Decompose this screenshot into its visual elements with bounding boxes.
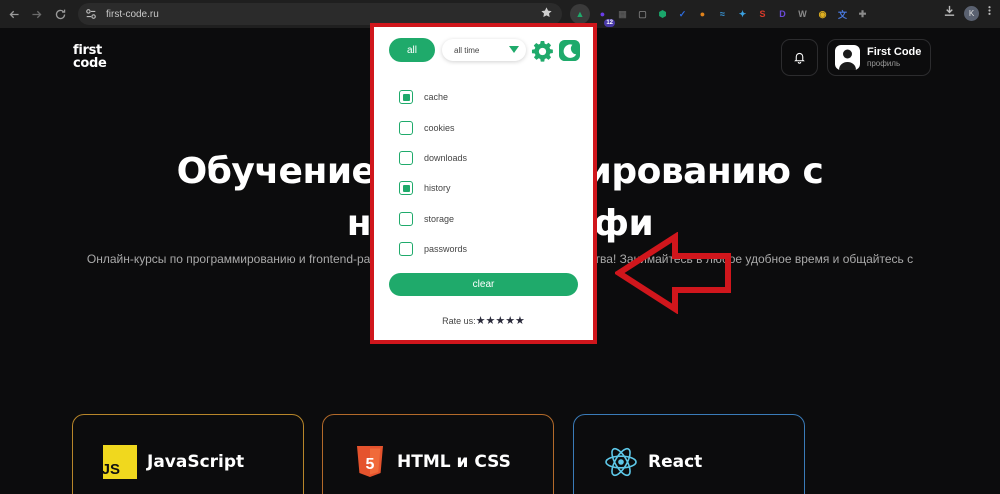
rate-label: Rate us: xyxy=(442,316,476,326)
history-label: history xyxy=(424,183,451,194)
logo-line-2: code xyxy=(73,56,107,71)
ext-purple-icon[interactable]: ● 12 xyxy=(595,7,615,27)
profile-subtitle: профиль xyxy=(867,59,901,68)
reload-icon[interactable] xyxy=(49,3,71,25)
download-icon[interactable] xyxy=(943,4,956,22)
extension-badge: 12 xyxy=(604,18,615,27)
ext-calendar-icon[interactable]: ▦ xyxy=(615,7,630,22)
course-card-html-css[interactable]: 5 HTML и CSS xyxy=(322,414,554,494)
html5-logo-icon: 5 xyxy=(353,445,387,479)
javascript-logo-icon: JS xyxy=(102,445,137,479)
site-logo[interactable]: first code xyxy=(73,44,107,70)
course-label-react: React xyxy=(648,452,703,472)
option-storage[interactable]: storage xyxy=(399,204,467,234)
downloads-label: downloads xyxy=(424,152,468,163)
option-cookies[interactable]: cookies xyxy=(399,112,467,142)
ext-w-icon[interactable]: W xyxy=(795,7,810,22)
option-downloads[interactable]: downloads xyxy=(399,143,467,173)
red-arrow-annotation xyxy=(615,232,731,314)
ext-bird-icon[interactable]: ✦ xyxy=(735,7,750,22)
cleaner-extension-popup: all all time cache cookies downloads histor… xyxy=(374,27,593,340)
profile-name: First Code xyxy=(867,46,922,58)
cache-checkbox[interactable] xyxy=(399,90,413,105)
rate-us: Rate us:★★★★★ xyxy=(374,314,593,327)
react-logo-icon xyxy=(604,445,638,479)
svg-text:5: 5 xyxy=(366,456,375,473)
ext-check-icon[interactable]: ✓ xyxy=(675,7,690,22)
ext-notes-icon[interactable]: ▢ xyxy=(635,7,650,22)
clear-button[interactable]: clear xyxy=(389,273,578,296)
passwords-checkbox[interactable] xyxy=(399,242,413,257)
browser-actions: K xyxy=(943,4,992,22)
ext-shield-icon[interactable]: ⬢ xyxy=(655,7,670,22)
cookies-label: cookies xyxy=(424,122,455,133)
extensions-bar: ▲ ● 12 ▦ ▢ ⬢ ✓ ● ≈ ✦ S D W ◉ 文 ✚ xyxy=(570,4,870,27)
profile-avatar[interactable]: K xyxy=(964,5,979,21)
storage-label: storage xyxy=(424,213,455,224)
rating-stars[interactable]: ★★★★★ xyxy=(476,314,525,327)
passwords-label: passwords xyxy=(424,244,468,255)
course-label-javascript: JavaScript xyxy=(147,452,245,472)
address-bar[interactable]: first-code.ru xyxy=(78,3,562,25)
time-range-value: all time xyxy=(454,45,480,55)
bell-icon xyxy=(794,52,805,64)
ext-puzzle-icon[interactable]: ✚ xyxy=(855,7,870,22)
time-range-select[interactable]: all time xyxy=(442,39,526,61)
history-checkbox[interactable] xyxy=(399,181,413,196)
notifications-button[interactable] xyxy=(781,39,818,76)
storage-checkbox[interactable] xyxy=(399,211,413,226)
url-text[interactable]: first-code.ru xyxy=(106,9,159,20)
site-info-icon[interactable] xyxy=(84,7,98,21)
option-cache[interactable]: cache xyxy=(399,82,467,112)
theme-toggle-icon[interactable] xyxy=(559,40,580,61)
ext-translate-icon[interactable]: 文 xyxy=(835,7,850,22)
clean-options-list: cache cookies downloads history storage passw… xyxy=(399,82,467,264)
user-avatar-icon xyxy=(835,45,860,70)
course-card-javascript[interactable]: JS JavaScript xyxy=(72,414,304,494)
course-label-html-css: HTML и CSS xyxy=(397,452,511,472)
cookies-checkbox[interactable] xyxy=(399,120,413,135)
course-card-react[interactable]: React xyxy=(573,414,805,494)
more-menu-icon[interactable] xyxy=(987,4,992,22)
bookmark-star-icon[interactable] xyxy=(540,6,554,20)
forward-icon[interactable] xyxy=(25,3,47,25)
cache-label: cache xyxy=(424,92,449,103)
js-badge-text: JS xyxy=(103,461,120,478)
downloads-checkbox[interactable] xyxy=(399,150,413,165)
ext-s-icon[interactable]: S xyxy=(755,7,770,22)
ext-wave-icon[interactable]: ≈ xyxy=(715,7,730,22)
active-cleaner-icon[interactable]: ▲ xyxy=(570,4,590,24)
gear-icon[interactable] xyxy=(531,40,554,63)
ext-chrome-icon[interactable]: ◉ xyxy=(815,7,830,22)
option-passwords[interactable]: passwords xyxy=(399,234,467,264)
option-history[interactable]: history xyxy=(399,173,467,203)
ext-orange-icon[interactable]: ● xyxy=(695,7,710,22)
all-button[interactable]: all xyxy=(389,38,435,62)
profile-button[interactable]: First Code профиль xyxy=(827,39,931,76)
caret-down-icon xyxy=(509,46,519,53)
ext-d-icon[interactable]: D xyxy=(775,7,790,22)
back-icon[interactable] xyxy=(3,3,25,25)
popup-highlight-frame: all all time cache cookies downloads histor… xyxy=(370,23,597,344)
